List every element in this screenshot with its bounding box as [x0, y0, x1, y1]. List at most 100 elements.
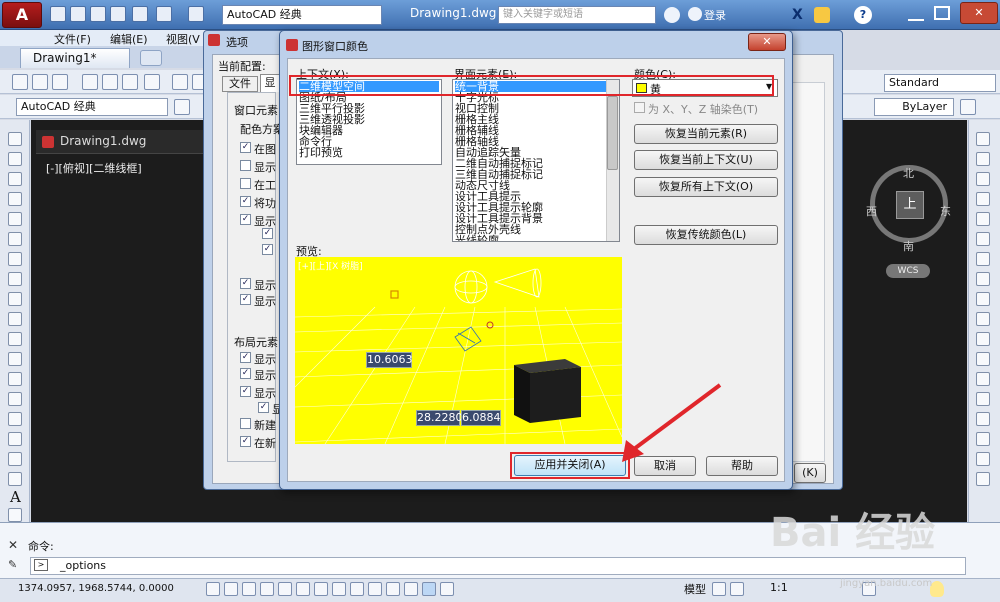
account-icon[interactable] — [814, 7, 830, 23]
mirror-icon[interactable] — [976, 172, 990, 186]
arc-icon[interactable] — [8, 232, 22, 246]
help-icon[interactable]: ? — [854, 6, 872, 24]
osnap-icon[interactable] — [296, 582, 310, 596]
preview-icon[interactable] — [102, 74, 118, 90]
circle-icon[interactable] — [8, 252, 22, 266]
restore-current-context-button[interactable]: 恢复当前上下文(U) — [634, 150, 778, 170]
erase-icon[interactable] — [976, 132, 990, 146]
scale-icon[interactable] — [976, 272, 990, 286]
insert-block-icon[interactable] — [8, 352, 22, 366]
close-icon[interactable]: ✕ — [960, 2, 998, 24]
lineweight-icon[interactable] — [386, 582, 400, 596]
ortho-icon[interactable] — [260, 582, 274, 596]
cut-icon[interactable] — [172, 74, 188, 90]
trim-icon[interactable] — [976, 312, 990, 326]
layout-icon[interactable] — [712, 582, 726, 596]
maximize-icon[interactable] — [934, 6, 950, 20]
viewcube-face[interactable]: 上 — [896, 191, 924, 219]
tab-files[interactable]: 文件 — [222, 76, 258, 92]
table-icon[interactable] — [8, 472, 22, 486]
blend-icon[interactable] — [976, 452, 990, 466]
hatch-icon[interactable] — [8, 412, 22, 426]
rotate-icon[interactable] — [976, 252, 990, 266]
gradient-icon[interactable] — [8, 432, 22, 446]
search-input[interactable]: 键入关键字或短语 — [498, 6, 656, 24]
3d-osnap-icon[interactable] — [314, 582, 328, 596]
rectangle-icon[interactable] — [8, 212, 22, 226]
context-list-item[interactable]: 打印预览 — [299, 147, 439, 158]
plot-icon[interactable] — [82, 74, 98, 90]
coordinate-readout[interactable]: 1374.0957, 1968.5744, 0.0000 — [18, 583, 174, 594]
new-icon[interactable] — [50, 6, 66, 22]
grid-icon[interactable] — [242, 582, 256, 596]
new-tab-icon[interactable] — [140, 50, 162, 66]
layout-checkbox-2[interactable]: ✓ — [240, 368, 251, 379]
layout-checkbox-5[interactable] — [240, 418, 251, 429]
save-icon[interactable] — [52, 74, 68, 90]
element-list-item[interactable]: 光线轮廓 — [455, 235, 617, 241]
publish-icon[interactable] — [122, 74, 138, 90]
chamfer-icon[interactable] — [976, 412, 990, 426]
offset-icon[interactable] — [976, 192, 990, 206]
layout-checkbox-4[interactable]: ✓ — [258, 402, 269, 413]
linetype-combo[interactable]: ByLayer — [874, 98, 954, 116]
command-input[interactable] — [30, 557, 966, 575]
compass-west[interactable]: 西 — [866, 203, 877, 219]
menu-view[interactable]: 视图(V — [166, 31, 200, 47]
checkbox-5b[interactable]: ✓ — [262, 244, 273, 255]
scrollbar-thumb[interactable] — [607, 96, 618, 170]
checkbox-6[interactable]: ✓ — [240, 278, 251, 289]
line-icon[interactable] — [8, 132, 22, 146]
layout-checkbox-1[interactable]: ✓ — [240, 352, 251, 363]
otrack-icon[interactable] — [332, 582, 346, 596]
checkbox-7[interactable]: ✓ — [240, 294, 251, 305]
ellipse-arc-icon[interactable] — [8, 332, 22, 346]
region-icon[interactable] — [8, 452, 22, 466]
tint-axes-checkbox[interactable] — [634, 102, 645, 113]
print-icon[interactable] — [132, 6, 148, 22]
quick-view-icon[interactable] — [730, 582, 744, 596]
gear-icon[interactable] — [174, 99, 190, 115]
infer-constraints-icon[interactable] — [206, 582, 220, 596]
linetype-menu-icon[interactable] — [960, 99, 976, 115]
binoculars-icon[interactable] — [664, 7, 680, 23]
join-icon[interactable] — [976, 392, 990, 406]
move-icon[interactable] — [976, 232, 990, 246]
checkbox-4[interactable]: ✓ — [240, 196, 251, 207]
open-icon[interactable] — [32, 74, 48, 90]
annotation-scale[interactable]: 1:1 — [770, 581, 788, 594]
new-icon[interactable] — [12, 74, 28, 90]
snap-icon[interactable] — [224, 582, 238, 596]
tab-display[interactable]: 显 — [260, 74, 280, 92]
stretch-icon[interactable] — [976, 292, 990, 306]
point-icon[interactable] — [8, 392, 22, 406]
copy-object-icon[interactable] — [976, 152, 990, 166]
compass-south[interactable]: 南 — [903, 238, 914, 254]
fillet-icon[interactable] — [976, 432, 990, 446]
checkbox-2[interactable] — [240, 160, 251, 171]
extend-icon[interactable] — [976, 332, 990, 346]
options-ok-button[interactable]: (K) — [794, 463, 826, 483]
checkbox-5[interactable]: ✓ — [240, 214, 251, 225]
polyline-icon[interactable] — [8, 172, 22, 186]
menu-edit[interactable]: 编辑(E) — [110, 31, 148, 47]
exchange-icon[interactable]: X — [792, 7, 808, 23]
ducs-icon[interactable] — [350, 582, 364, 596]
compass-north[interactable]: 北 — [903, 165, 914, 181]
checkbox-5a[interactable]: ✓ — [262, 228, 273, 239]
explode-icon[interactable] — [976, 472, 990, 486]
save-as-icon[interactable] — [110, 6, 126, 22]
minimize-icon[interactable] — [908, 7, 924, 21]
checkbox-1[interactable]: ✓ — [240, 142, 251, 153]
save-icon[interactable] — [90, 6, 106, 22]
redo-icon[interactable] — [188, 6, 204, 22]
make-block-icon[interactable] — [8, 372, 22, 386]
array-icon[interactable] — [976, 212, 990, 226]
wrench-icon[interactable]: ✎ — [8, 558, 22, 572]
layout-checkbox-3[interactable]: ✓ — [240, 386, 251, 397]
restore-current-element-button[interactable]: 恢复当前元素(R) — [634, 124, 778, 144]
mtext-icon[interactable]: A — [10, 488, 21, 506]
document-tab[interactable]: Drawing1* — [20, 48, 130, 68]
compass-east[interactable]: 东 — [940, 203, 951, 219]
polar-icon[interactable] — [278, 582, 292, 596]
